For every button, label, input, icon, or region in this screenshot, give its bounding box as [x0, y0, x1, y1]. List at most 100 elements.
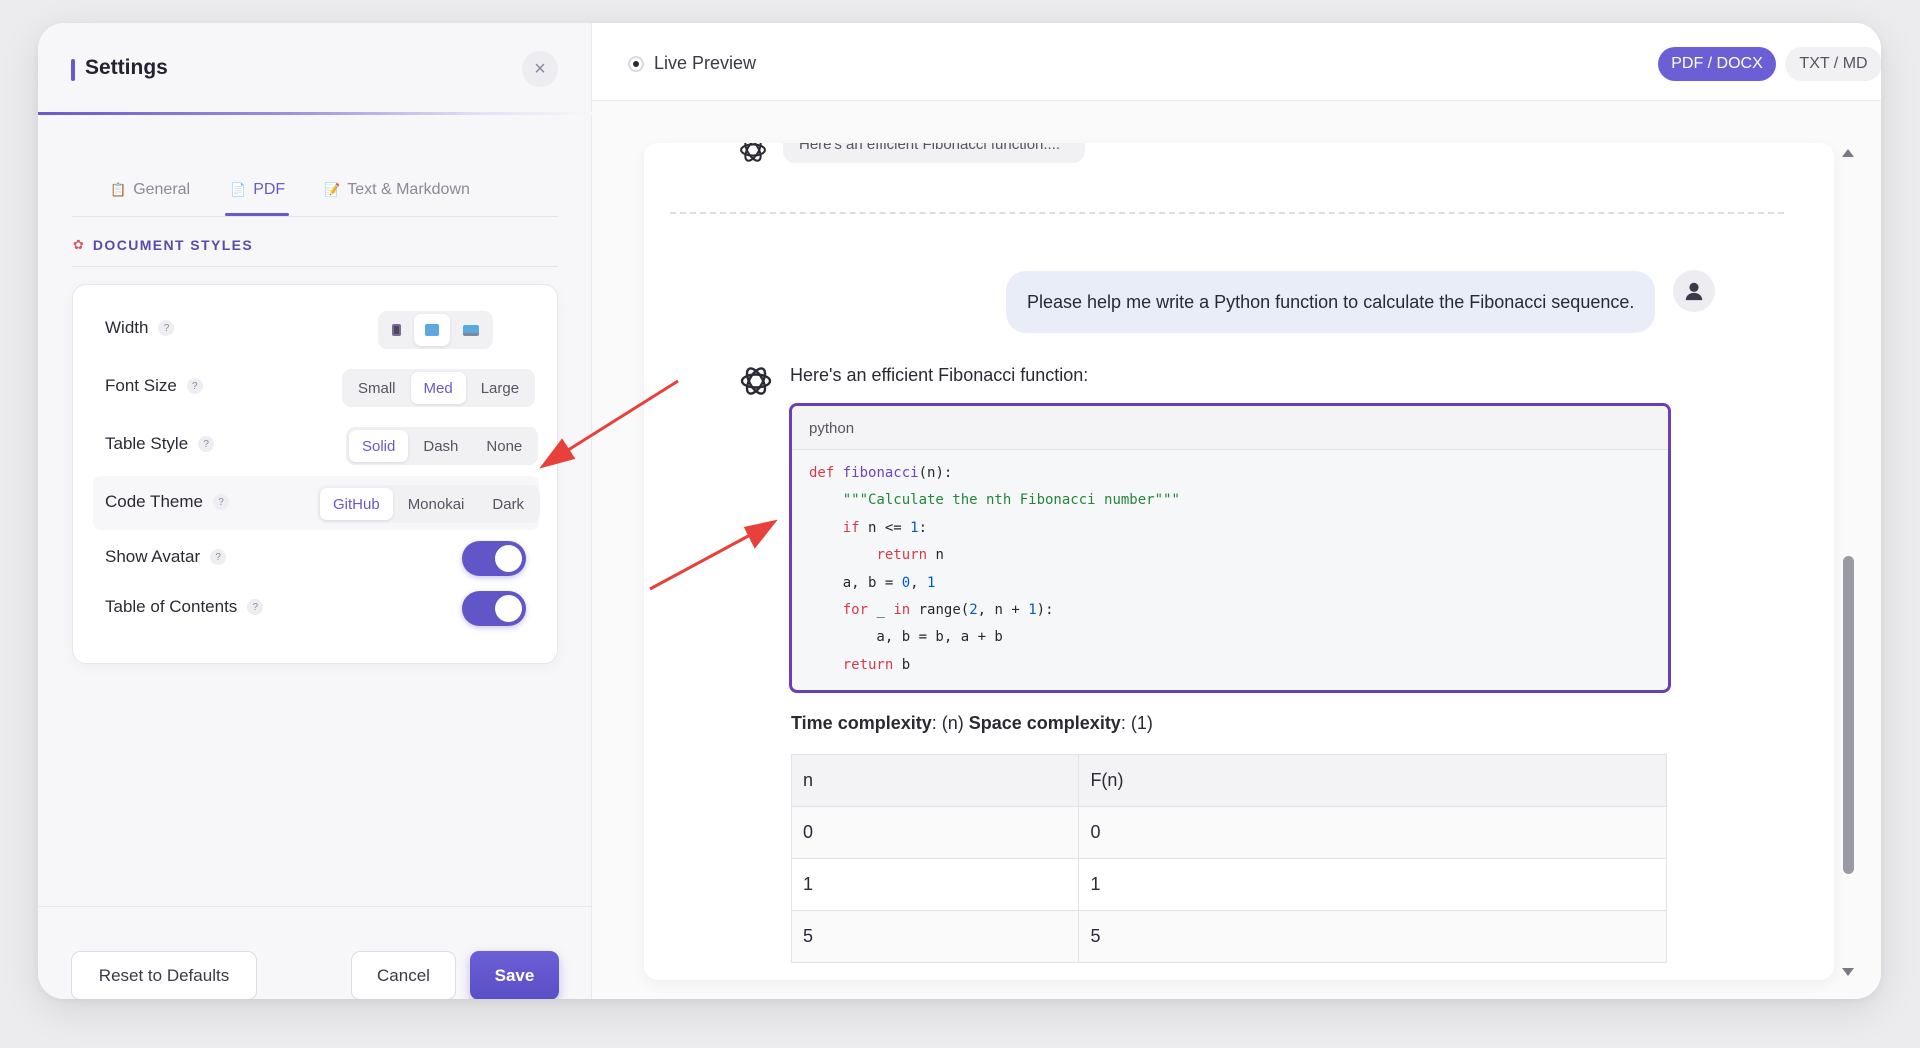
row-show-avatar: Show Avatar ? [73, 531, 559, 585]
toc-toggle[interactable] [462, 591, 526, 626]
preview-header: Live Preview PDF / DOCX TXT / MD [592, 23, 1881, 101]
reset-defaults-button[interactable]: Reset to Defaults [71, 951, 257, 999]
table-row: 0 0 [790, 806, 1667, 859]
time-complexity-value: : (n) [931, 713, 969, 733]
table-style-selector: Solid Dash None [346, 427, 539, 465]
help-icon[interactable]: ? [210, 549, 227, 565]
help-icon[interactable]: ? [247, 599, 264, 615]
assistant-logo-icon [740, 143, 766, 162]
table-style-label-text: Table Style [105, 434, 189, 453]
format-pdf-docx[interactable]: PDF / DOCX [1658, 47, 1776, 81]
assistant-logo-icon [740, 367, 772, 395]
live-preview-text: Live Preview [654, 53, 757, 73]
close-button[interactable]: × [522, 51, 558, 87]
width-label-text: Width [105, 318, 149, 337]
table-cell: 1 [1078, 858, 1667, 911]
table-row: 1 1 [790, 858, 1667, 911]
message-divider [670, 212, 1784, 214]
section-header: ✿ DOCUMENT STYLES [73, 237, 253, 253]
table-header-row: n F(n) [790, 754, 1667, 807]
table-style-label: Table Style ? [105, 434, 215, 454]
table-cell: 5 [790, 910, 1080, 963]
styles-card: Width ? Font Size ? Small Med Large Tabl… [72, 284, 558, 664]
help-icon[interactable]: ? [198, 436, 215, 452]
code-theme-label-text: Code Theme [105, 492, 203, 511]
tab-label: Text & Markdown [347, 181, 470, 198]
space-complexity-label: Space complexity [968, 713, 1121, 733]
width-label: Width ? [105, 318, 175, 338]
title-accent-bar [71, 59, 75, 81]
scroll-up-icon[interactable] [1842, 149, 1854, 157]
live-preview-label: Live Preview [628, 53, 756, 74]
table-style-dash[interactable]: Dash [410, 430, 471, 462]
palette-icon: ✿ [73, 237, 84, 252]
settings-footer: Reset to Defaults Cancel Save [38, 906, 592, 999]
user-message-bubble: Please help me write a Python function t… [1006, 271, 1656, 333]
tab-pdf[interactable]: 📄 PDF [230, 181, 285, 199]
table-cell: 1 [790, 858, 1080, 911]
divider [72, 266, 558, 267]
help-icon[interactable]: ? [212, 494, 229, 510]
width-medium-option[interactable] [414, 314, 450, 346]
font-size-label: Font Size ? [105, 376, 203, 396]
tab-label: General [133, 181, 191, 198]
assistant-intro: Here's an efficient Fibonacci function: [790, 365, 1089, 385]
tab-label: PDF [253, 181, 286, 198]
settings-modal: Settings × 📋 General 📄 PDF 📝 Text & Mark… [38, 23, 1881, 999]
format-txt-md[interactable]: TXT / MD [1785, 47, 1881, 81]
space-complexity-value: : (1) [1120, 713, 1153, 733]
toc-label: Table of Contents ? [105, 597, 264, 617]
table-cell: 0 [1078, 806, 1667, 859]
width-wide-option[interactable] [452, 314, 490, 346]
clipboard-icon: 📋 [110, 182, 127, 197]
row-code-theme: Code Theme ? GitHub Monokai Dark [93, 476, 541, 530]
width-narrow-option[interactable] [381, 314, 412, 346]
font-size-large[interactable]: Large [468, 372, 532, 404]
width-selector [378, 311, 493, 349]
previous-assistant-message: Here's an efficient Fibonacci function..… [783, 143, 1085, 163]
table-cell: 5 [1078, 910, 1667, 963]
tab-text-markdown[interactable]: 📝 Text & Markdown [324, 181, 470, 199]
show-avatar-toggle[interactable] [462, 541, 526, 576]
active-tab-indicator [225, 213, 289, 216]
code-theme-selector: GitHub Monokai Dark [317, 485, 541, 523]
settings-tabs: 📋 General 📄 PDF 📝 Text & Markdown [72, 143, 558, 217]
row-table-of-contents: Table of Contents ? [73, 581, 559, 635]
row-width: Width ? [73, 302, 559, 356]
tab-general[interactable]: 📋 General [110, 181, 190, 199]
code-language: python [792, 406, 1668, 450]
code-theme-github[interactable]: GitHub [320, 488, 393, 520]
cancel-button[interactable]: Cancel [351, 951, 456, 999]
toggle-knob [495, 545, 522, 572]
font-size-med[interactable]: Med [410, 372, 466, 404]
preview-panel: Live Preview PDF / DOCX TXT / MD Here's … [592, 23, 1881, 999]
medium-icon [425, 324, 439, 336]
header-underline [38, 112, 592, 115]
row-font-size: Font Size ? Small Med Large [73, 360, 559, 414]
table-header: n [790, 754, 1080, 807]
document-preview[interactable]: Here's an efficient Fibonacci function..… [644, 143, 1834, 980]
code-theme-monokai[interactable]: Monokai [395, 488, 478, 520]
save-button[interactable]: Save [470, 951, 559, 999]
document-icon: 📄 [230, 182, 247, 197]
preview-scrollbar[interactable] [1842, 143, 1856, 980]
show-avatar-label-text: Show Avatar [105, 547, 201, 566]
memo-icon: 📝 [324, 182, 341, 197]
code-theme-dark[interactable]: Dark [479, 488, 537, 520]
section-title: DOCUMENT STYLES [92, 237, 254, 253]
settings-header: Settings × [38, 23, 592, 115]
code-block: python def fibonacci(n): """Calculate th… [789, 403, 1671, 693]
help-icon[interactable]: ? [158, 320, 175, 336]
toc-label-text: Table of Contents [105, 597, 238, 616]
scrollbar-thumb[interactable] [1843, 556, 1854, 874]
font-size-small[interactable]: Small [345, 372, 409, 404]
table-style-solid[interactable]: Solid [349, 430, 409, 462]
table-cell: 0 [790, 806, 1080, 859]
fibonacci-table: n F(n) 0 0 1 1 5 5 [790, 754, 1667, 963]
table-style-none[interactable]: None [473, 430, 535, 462]
help-icon[interactable]: ? [186, 378, 203, 394]
scroll-down-icon[interactable] [1842, 968, 1854, 976]
eye-icon [628, 55, 644, 72]
user-avatar-icon [1673, 270, 1715, 312]
time-complexity-label: Time complexity [791, 713, 932, 733]
